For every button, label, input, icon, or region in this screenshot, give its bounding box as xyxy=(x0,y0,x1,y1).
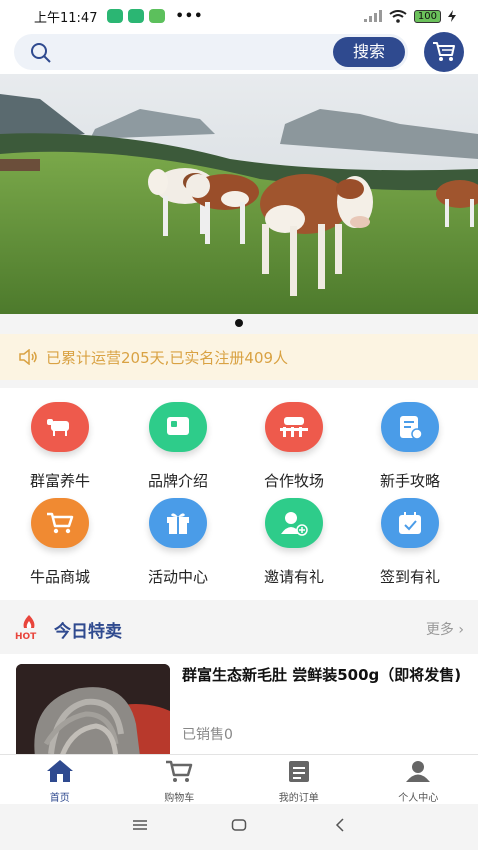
more-link[interactable]: 更多 › xyxy=(426,619,464,639)
tab-profile[interactable]: 个人中心 xyxy=(359,755,478,804)
section-title: 今日特卖 xyxy=(54,621,122,642)
carousel-dot-active[interactable] xyxy=(235,319,243,327)
system-nav-bar xyxy=(0,804,478,850)
hot-label: HOT xyxy=(15,632,37,642)
feature-label: 新手攻略 xyxy=(379,472,440,490)
feature-label: 邀请有礼 xyxy=(263,568,324,586)
battery-icon: 100 xyxy=(413,9,441,23)
guide-icon xyxy=(381,402,439,452)
search-input[interactable]: 搜索 xyxy=(14,34,408,70)
product-card[interactable]: 群富生态新毛肚 尝鲜装500g（即将发售) 已销售0 xyxy=(0,654,478,754)
notification-app-icon xyxy=(128,9,145,23)
gift-icon xyxy=(149,498,207,548)
product-sold-count: 已销售0 xyxy=(182,727,233,743)
notification-icons xyxy=(107,9,166,23)
tab-label: 购物车 xyxy=(164,793,195,804)
home-icon xyxy=(46,760,73,782)
status-more: ••• xyxy=(175,8,204,24)
tab-orders[interactable]: 我的订单 xyxy=(239,755,359,804)
cart-icon xyxy=(433,42,455,61)
calendar-icon xyxy=(381,498,439,548)
product-name: 群富生态新毛肚 尝鲜装500g（即将发售) xyxy=(182,666,462,684)
feature-label: 签到有礼 xyxy=(379,568,440,586)
home-button-icon[interactable] xyxy=(231,818,247,832)
speaker-icon xyxy=(19,349,37,365)
carousel-indicator xyxy=(0,314,478,334)
feature-grid: 群富养牛 品牌介绍 合作牧场 新手攻略 牛品商城 活动中心 邀请有礼 签到有礼 xyxy=(0,388,478,600)
feature-item[interactable]: 新手攻略 xyxy=(350,402,470,491)
search-bar: 搜索 xyxy=(0,32,478,74)
status-bar: 上午11:47 ••• 100 xyxy=(0,0,478,32)
wifi-icon xyxy=(389,9,407,23)
cart-icon xyxy=(166,760,193,782)
brand-icon xyxy=(149,402,207,452)
notice-bar: 已累计运营205天,已实名注册409人 xyxy=(0,334,478,380)
cart-button[interactable] xyxy=(424,32,464,72)
feature-label: 牛品商城 xyxy=(29,568,90,586)
notice-text: 已累计运营205天,已实名注册409人 xyxy=(46,348,289,367)
hot-flame-icon xyxy=(23,615,35,628)
profile-icon xyxy=(406,761,431,782)
tab-cart[interactable]: 购物车 xyxy=(120,755,240,804)
invite-icon xyxy=(265,498,323,548)
charging-icon xyxy=(448,10,456,22)
more-label: 更多 xyxy=(425,622,454,638)
search-button[interactable]: 搜索 xyxy=(333,37,405,67)
tab-home[interactable]: 首页 xyxy=(0,755,120,804)
feature-label: 品牌介绍 xyxy=(147,472,208,490)
banner-image xyxy=(0,74,478,314)
feature-label: 合作牧场 xyxy=(263,472,324,490)
feature-item[interactable]: 合作牧场 xyxy=(234,402,354,491)
cow-icon xyxy=(31,402,89,452)
download-icon xyxy=(149,9,166,23)
chevron-right-icon: › xyxy=(458,622,464,638)
hot-badge: HOT xyxy=(14,614,44,644)
feature-item[interactable]: 群富养牛 xyxy=(0,402,120,491)
product-image xyxy=(16,664,170,754)
ranch-icon xyxy=(265,402,323,452)
feature-label: 活动中心 xyxy=(147,568,208,586)
banner-carousel[interactable] xyxy=(0,74,478,314)
feature-item[interactable]: 签到有礼 xyxy=(350,498,470,587)
tab-label: 个人中心 xyxy=(398,793,439,804)
status-time: 上午11:47 xyxy=(34,10,98,26)
back-icon[interactable] xyxy=(334,818,346,832)
section-header: HOT 今日特卖 更多 › xyxy=(0,604,478,654)
feature-label: 群富养牛 xyxy=(29,472,90,490)
search-icon xyxy=(31,43,51,63)
feature-item[interactable]: 邀请有礼 xyxy=(234,498,354,587)
orders-icon xyxy=(288,761,309,782)
tab-label: 我的订单 xyxy=(278,793,319,804)
shop-cart-icon xyxy=(31,498,89,548)
bottom-tab-bar: 首页 购物车 我的订单 个人中心 xyxy=(0,754,478,804)
tab-label: 首页 xyxy=(49,793,70,804)
feature-item[interactable]: 品牌介绍 xyxy=(118,402,238,491)
notification-app-icon xyxy=(107,9,124,23)
feature-item[interactable]: 牛品商城 xyxy=(0,498,120,587)
signal-icon xyxy=(363,10,382,22)
feature-item[interactable]: 活动中心 xyxy=(118,498,238,587)
menu-icon[interactable] xyxy=(132,818,148,832)
